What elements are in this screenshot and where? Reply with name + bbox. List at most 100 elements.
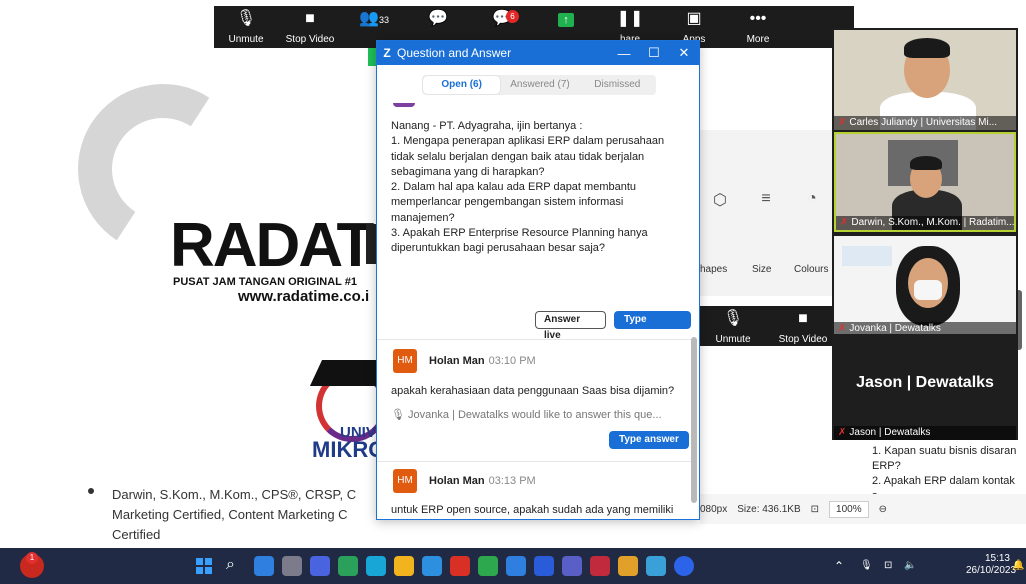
question-time: 03:10 PM: [488, 355, 536, 367]
more-icon: •••: [749, 10, 767, 27]
windows-taskbar: 1 ⌕ ⌃ 🎙 ⊡ 🔈 15:13 26/10/2023 🔔: [0, 548, 1026, 584]
notification-bell-icon[interactable]: 🔔: [1012, 548, 1024, 584]
question-time: 03:13 PM: [488, 475, 536, 487]
network-icon[interactable]: ⊡: [884, 548, 892, 584]
stop-video-label: Stop Video: [285, 34, 335, 45]
divider: [377, 461, 691, 462]
image-dimensions: 080px: [700, 503, 728, 515]
apps-icon: ▣: [686, 10, 702, 27]
taskbar-app-icon[interactable]: [254, 556, 274, 576]
qa-scroll-thumb[interactable]: [691, 337, 697, 503]
hair: [910, 156, 942, 170]
hair: [904, 38, 950, 58]
answer-live-button[interactable]: Answer live: [535, 311, 606, 341]
video-tile[interactable]: Jason | Dewatalks ✗ Jason | Dewatalks: [834, 334, 1016, 440]
mic-icon: 🎙: [391, 409, 409, 421]
participants-icon: 👥33: [359, 10, 389, 27]
qa-question-list[interactable]: Nanang - PT. Adyagraha, ijin bertanya : …: [377, 103, 691, 519]
question-text: Nanang - PT. Adyagraha, ijin bertanya : …: [391, 120, 665, 255]
taskbar-app-icon[interactable]: [310, 556, 330, 576]
question-actions: Type answer: [609, 431, 689, 449]
teams-icon[interactable]: [562, 556, 582, 576]
video-gallery: ✗ Carles Juliandy | Universitas Mi... ✗ Da…: [832, 28, 1018, 440]
background-poster: [842, 246, 892, 266]
ribbon-shapes-label: hapes: [700, 264, 728, 275]
more-button[interactable]: ••• More: [726, 6, 790, 48]
zoom-out-icon[interactable]: ⊖: [879, 504, 887, 515]
maximize-icon[interactable]: ☐: [639, 45, 669, 61]
mic-muted-icon: 🎙: [235, 10, 257, 27]
mic-icon[interactable]: 🎙: [860, 548, 873, 584]
notepad-icon[interactable]: [506, 556, 526, 576]
taskbar-app-icon[interactable]: [338, 556, 358, 576]
tab-dismissed[interactable]: Dismissed: [579, 75, 656, 95]
type-answer-button[interactable]: Type answer: [609, 431, 689, 449]
logo-tagline: PUSAT JAM TANGAN ORIGINAL #1: [173, 276, 357, 288]
word-icon[interactable]: [534, 556, 554, 576]
avatar: HM: [393, 469, 417, 493]
zoom-secondary-toolbar: 🎙 Unmute ■ Stop Video: [700, 306, 834, 346]
search-icon[interactable]: ⌕: [226, 556, 246, 576]
question-text: untuk ERP open source, apakah sudah ada …: [391, 504, 674, 516]
share-arrow-icon: ↑: [534, 10, 598, 28]
avatar: [393, 103, 415, 107]
fit-icon[interactable]: ⊡: [811, 504, 819, 515]
qa-scrollbar[interactable]: [691, 103, 697, 519]
bullet-icon: [88, 488, 94, 494]
mic-muted-icon: ✗: [838, 427, 847, 438]
start-icon[interactable]: [196, 558, 212, 574]
ppt-ribbon: ⬡ ≡ ◔ hapes Size Colours: [700, 130, 834, 296]
zoom-level[interactable]: 100%: [829, 500, 869, 518]
taskbar-app-icon[interactable]: [366, 556, 386, 576]
qa-titlebar: Z Question and Answer — ☐ ✕: [377, 41, 699, 65]
answering-live-note: 🎙 Jovanka | Dewatalks would like to answ…: [391, 409, 662, 421]
close-icon[interactable]: ✕: [669, 45, 699, 61]
taskbar-app-icon[interactable]: [282, 556, 302, 576]
tab-answered[interactable]: Answered (7): [501, 75, 578, 95]
tab-open[interactable]: Open (6): [423, 76, 501, 94]
face-mask: [914, 280, 942, 300]
more-label: More: [746, 34, 770, 45]
participant-name: ✗ Darwin, S.Kom., M.Kom. | Radatim...: [836, 216, 1014, 230]
volume-icon[interactable]: 🔈: [904, 548, 916, 584]
qa-window: Z Question and Answer — ☐ ✕ Open (6) Ans…: [376, 40, 700, 520]
participant-display-name: Jason | Dewatalks: [856, 374, 994, 391]
mic-muted-icon: 🎙: [722, 310, 744, 327]
size-icon[interactable]: ≡: [746, 190, 786, 208]
asker-name: Holan Man 03:13 PM: [429, 475, 536, 487]
unmute-button-secondary[interactable]: 🎙 Unmute: [702, 306, 764, 348]
stop-video-button[interactable]: ■ Stop Video: [278, 6, 342, 48]
mic-muted-icon: ✗: [838, 323, 847, 334]
university-name-line2: MIKRO: [312, 437, 386, 462]
video-tile-active[interactable]: ✗ Darwin, S.Kom., M.Kom. | Radatim...: [834, 132, 1016, 232]
folder-icon[interactable]: [394, 556, 414, 576]
clock-date: 26/10/2023: [966, 565, 1017, 576]
minimize-icon[interactable]: —: [609, 46, 639, 61]
ribbon-size-label: Size: [752, 264, 772, 275]
stop-video-button-secondary[interactable]: ■ Stop Video: [772, 306, 834, 348]
type-answer-button[interactable]: Type answer: [613, 311, 691, 343]
ribbon-colours-label: Colours: [794, 264, 829, 275]
clock-time: 15:13: [984, 553, 1010, 564]
radatime-logo: RADATI: [170, 211, 390, 280]
shapes-icon[interactable]: ⬡: [700, 190, 740, 210]
zoom-icon[interactable]: [674, 556, 694, 576]
paint-icon[interactable]: [618, 556, 638, 576]
taskbar-app-icon[interactable]: [646, 556, 666, 576]
pdf-icon[interactable]: [450, 556, 470, 576]
taskbar-app-icon[interactable]: [422, 556, 442, 576]
clock[interactable]: 15:13 26/10/2023: [966, 548, 1017, 584]
qa-tabs: Open (6) Answered (7) Dismissed: [422, 75, 656, 95]
asker-name: Holan Man 03:10 PM: [429, 355, 536, 367]
image-statusbar: 080px Size: 436.1KB ⊡ 100% ⊖: [700, 494, 1026, 524]
participant-name: ✗ Jason | Dewatalks: [834, 426, 1016, 440]
taskbar-app-icon[interactable]: [590, 556, 610, 576]
colours-icon[interactable]: ◔: [792, 190, 832, 208]
unmute-label: Unmute: [228, 34, 264, 45]
video-tile[interactable]: ✗ Jovanka | Dewatalks: [834, 236, 1016, 336]
unmute-button[interactable]: 🎙 Unmute: [214, 6, 278, 48]
chevron-up-icon[interactable]: ⌃: [834, 548, 844, 584]
video-tile[interactable]: ✗ Carles Juliandy | Universitas Mi...: [834, 30, 1016, 130]
speaker-credentials: Darwin, S.Kom., M.Kom., CPS®, CRSP, C Ma…: [112, 487, 357, 542]
chrome-icon[interactable]: [478, 556, 498, 576]
